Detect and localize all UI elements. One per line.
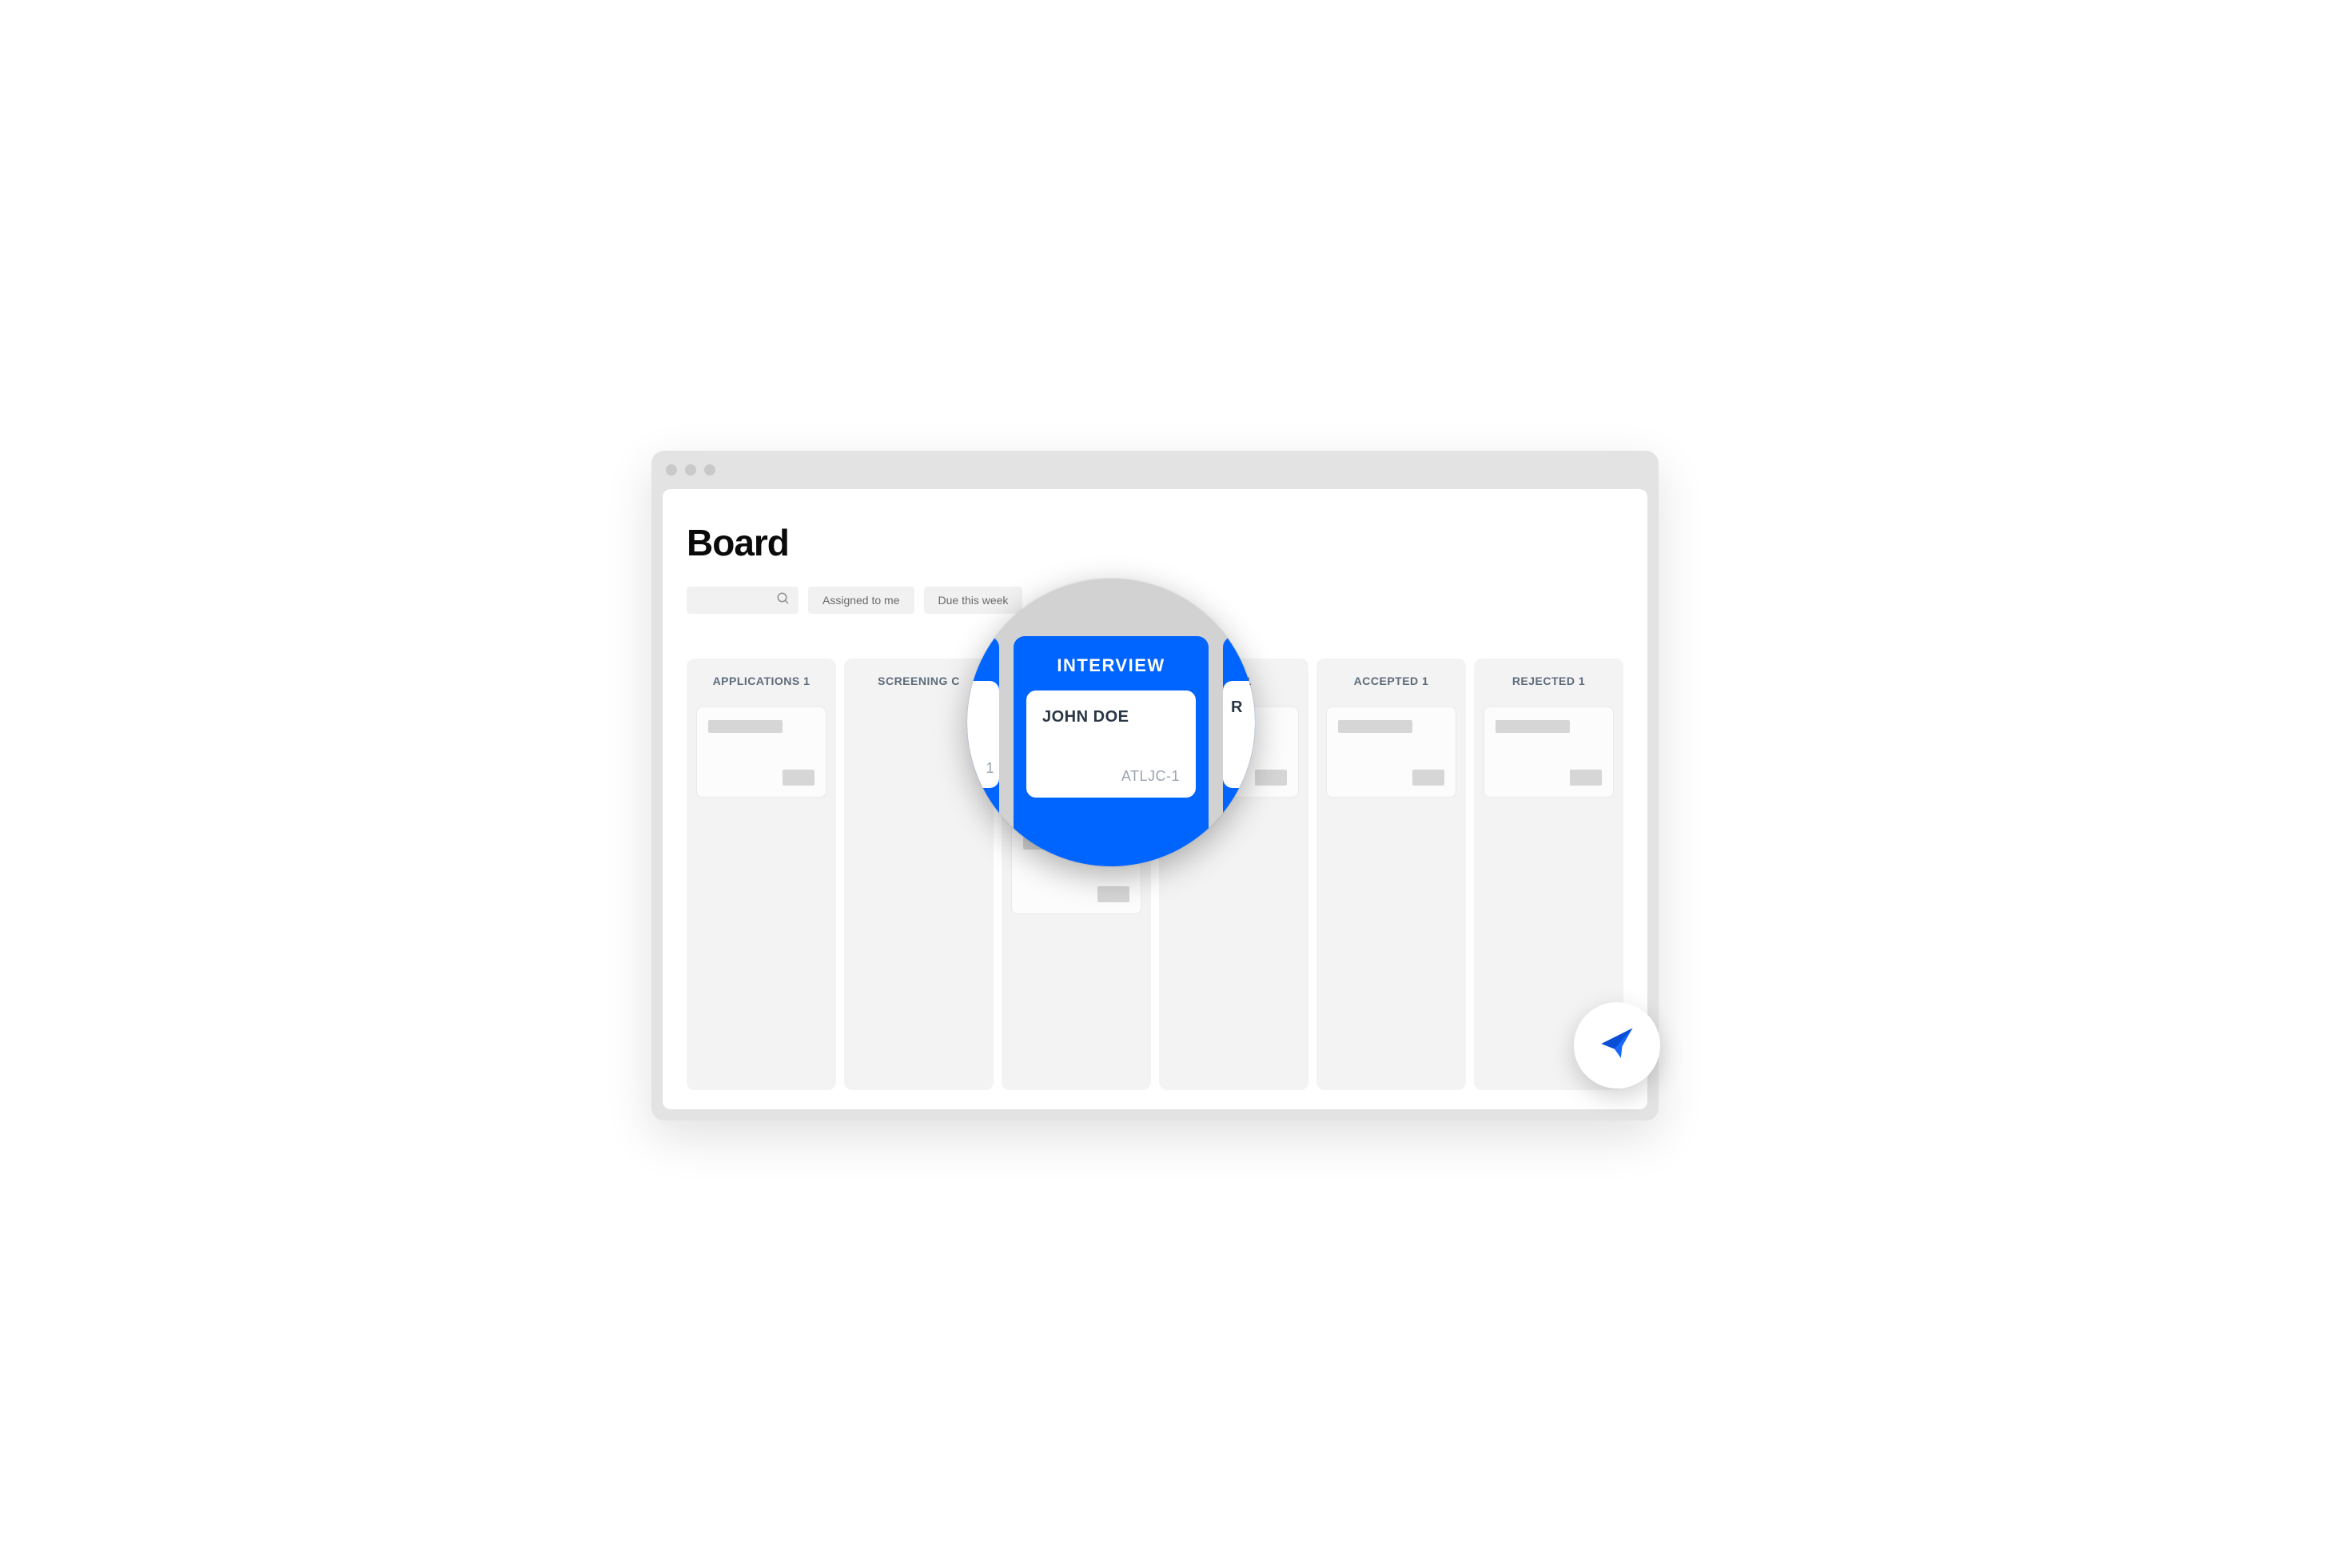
magnified-card-fragment-left: 1 (967, 681, 999, 788)
magnified-right-fragment-text: R (1231, 698, 1255, 717)
filter-assigned-to-me[interactable]: Assigned to me (808, 587, 914, 614)
window-dot-1 (666, 464, 677, 476)
magnified-column-interview[interactable]: INTERVIEW JOHN DOE ATLJC-1 (1014, 636, 1209, 866)
column-title: APPLICATIONS 1 (696, 675, 826, 687)
board-column-applications[interactable]: APPLICATIONS 1 (687, 659, 836, 1090)
magnified-card-code: ATLJC-1 (1042, 768, 1180, 785)
board-card[interactable] (1484, 706, 1614, 798)
card-title-placeholder (1496, 720, 1570, 733)
column-title: REJECTED 1 (1484, 675, 1614, 687)
magnified-card-name: JOHN DOE (1042, 708, 1180, 726)
magnified-col-left-edge: 1 (967, 636, 999, 866)
magnified-col-right-edge: R (1223, 636, 1255, 866)
magnifier-content: 1 INTERVIEW JOHN DOE ATLJC-1 R (967, 579, 1255, 866)
column-title: ACCEPTED 1 (1326, 675, 1456, 687)
board-card[interactable] (1326, 706, 1456, 798)
search-icon (776, 591, 791, 610)
card-code-placeholder (783, 770, 815, 786)
window-dot-2 (685, 464, 696, 476)
send-icon (1596, 1023, 1638, 1069)
magnified-focus-card[interactable]: JOHN DOE ATLJC-1 (1026, 690, 1196, 798)
magnified-left-fragment-text: 1 (986, 760, 994, 777)
magnifier-overlay: 1 INTERVIEW JOHN DOE ATLJC-1 R (967, 579, 1255, 866)
board-column-accepted[interactable]: ACCEPTED 1 (1316, 659, 1466, 1090)
send-button[interactable] (1574, 1002, 1660, 1088)
board-card[interactable] (696, 706, 826, 798)
magnified-column-title: INTERVIEW (1026, 655, 1196, 676)
window-dot-3 (704, 464, 715, 476)
card-code-placeholder (1570, 770, 1602, 786)
column-title: SCREENING C (854, 675, 984, 687)
card-code-placeholder (1097, 886, 1129, 902)
card-title-placeholder (1338, 720, 1412, 733)
card-title-placeholder (708, 720, 783, 733)
card-code-placeholder (1255, 770, 1287, 786)
page-title: Board (687, 521, 1623, 564)
search-input[interactable] (687, 587, 799, 614)
magnified-card-fragment-right: R (1223, 681, 1255, 788)
card-code-placeholder (1412, 770, 1444, 786)
stage: Board Assigned to me Due this week APPL (635, 427, 1699, 1141)
window-controls (651, 451, 1659, 489)
filter-label: Assigned to me (822, 594, 900, 607)
